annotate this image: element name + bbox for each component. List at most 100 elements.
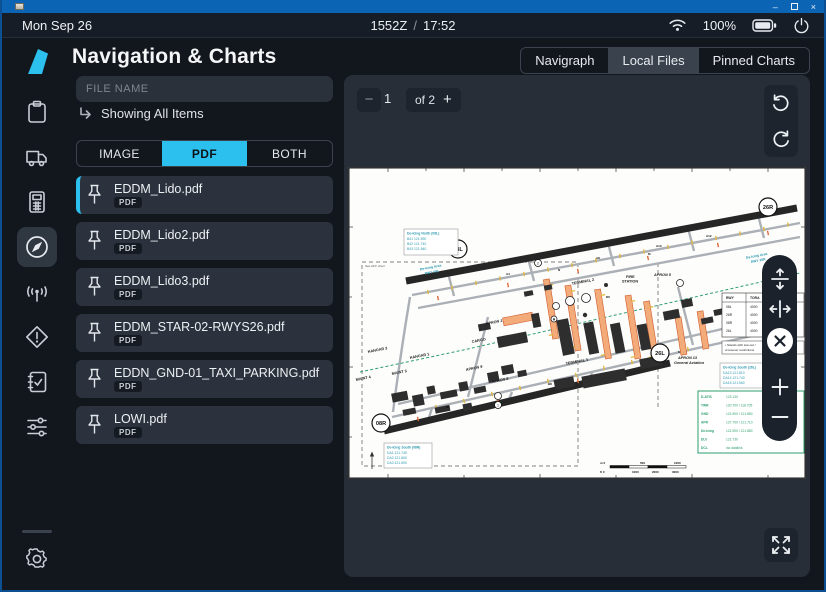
page-increment-button[interactable]: +: [443, 89, 452, 111]
file-list-item[interactable]: EDDN_GND-01_TAXI_PARKING.pdfPDF: [76, 360, 333, 398]
compass-icon: [24, 234, 50, 260]
sidebar-item-alerts[interactable]: [24, 324, 50, 350]
close-icon: [766, 327, 794, 355]
window-titlebar: – ×: [0, 0, 826, 13]
svg-text:500: 500: [640, 461, 645, 465]
branch-arrow-icon: [78, 106, 93, 121]
rotate-ccw-button[interactable]: [769, 91, 793, 115]
svg-text:B43 121.840: B43 121.840: [407, 247, 426, 251]
file-type-filter: IMAGE PDF BOTH: [76, 140, 333, 167]
file-type-badge: PDF: [114, 335, 142, 346]
tab-pinned-charts[interactable]: Pinned Charts: [699, 48, 809, 73]
tab-local-files[interactable]: Local Files: [608, 48, 698, 73]
file-list-item[interactable]: EDDM_Lido2.pdfPDF: [76, 222, 333, 260]
filter-pdf[interactable]: PDF: [162, 141, 247, 166]
svg-text:N: N: [558, 268, 560, 272]
pin-icon: [86, 230, 103, 253]
rwy-note-circle: 2: [537, 261, 539, 265]
fit-height-icon: [768, 267, 792, 291]
file-name: EDDM_Lido2.pdf: [114, 228, 209, 242]
svg-text:D-ATIS: D-ATIS: [701, 395, 713, 399]
window-maximize-button[interactable]: [791, 3, 798, 10]
fit-width-button[interactable]: [766, 295, 794, 323]
svg-text:B8: B8: [548, 382, 552, 386]
close-preview-button[interactable]: [764, 325, 796, 357]
svg-text:DA1 121.745: DA1 121.745: [387, 451, 407, 455]
rwy-26l-label: 26L: [655, 351, 665, 357]
zoom-in-button[interactable]: [766, 373, 794, 401]
svg-text:DCL: DCL: [701, 446, 708, 450]
svg-text:De-Icing North (08L): De-Icing North (08L): [407, 232, 439, 236]
file-name-search-input[interactable]: [76, 76, 333, 102]
svg-text:B41 121.590: B41 121.590: [407, 237, 426, 241]
window-close-button[interactable]: ×: [811, 1, 816, 13]
file-list-item[interactable]: EDDM_Lido3.pdfPDF: [76, 268, 333, 306]
svg-text:TWR: TWR: [701, 404, 709, 408]
window-minimize-button[interactable]: –: [773, 1, 778, 13]
fullscreen-expand-icon: [769, 533, 793, 557]
svg-text:120.700 / 118.705: 120.700 / 118.705: [726, 404, 753, 408]
zoom-out-button[interactable]: [766, 403, 794, 431]
pin-icon: [86, 414, 103, 437]
file-name: EDDM_STAR-02-RWYS26.pdf: [114, 320, 284, 334]
sidebar-item-radio[interactable]: [24, 279, 50, 305]
sidebar-item-settings-sliders[interactable]: [24, 414, 50, 440]
pdf-preview-panel: − 1 of 2 +: [344, 75, 810, 577]
sidebar-item-calculator[interactable]: [24, 189, 50, 215]
file-list-item[interactable]: LOWI.pdfPDF: [76, 406, 333, 444]
svg-text:DA14 121.740: DA14 121.740: [723, 376, 745, 380]
gear-icon: [24, 546, 50, 572]
truck-icon: [24, 144, 50, 170]
pin-icon: [86, 184, 103, 207]
sidebar-divider: [22, 530, 52, 533]
file-list-item[interactable]: EDDM_STAR-02-RWYS26.pdfPDF: [76, 314, 333, 352]
rwy-note-circle: 1: [497, 403, 499, 407]
sidebar-item-checklist[interactable]: [24, 369, 50, 395]
svg-text:De-Icing South (08R): De-Icing South (08R): [387, 446, 420, 450]
svg-text:ft 0: ft 0: [600, 470, 605, 474]
efb-app-window: – × Mon Sep 26 1552Z/17:52 100% Navigati…: [0, 0, 826, 592]
file-name: EDDM_Lido3.pdf: [114, 274, 209, 288]
checklist-icon: [24, 369, 50, 395]
svg-text:DA3 121.690: DA3 121.690: [387, 461, 407, 465]
app-icon: [15, 3, 24, 10]
airline-tailfin-logo: [26, 48, 50, 75]
sidebar-item-clipboard[interactable]: [24, 99, 50, 125]
chart-source-tabs: Navigraph Local Files Pinned Charts: [520, 47, 810, 74]
svg-text:DA15 121.560: DA15 121.560: [723, 381, 745, 385]
chart-preview[interactable]: H 08L 26R 08R 26L 2 1: [348, 167, 806, 479]
status-clock: 1552Z/17:52: [0, 18, 826, 33]
status-bar: Mon Sep 26 1552Z/17:52 100%: [0, 13, 826, 38]
sidebar-item-vehicle[interactable]: [24, 144, 50, 170]
file-name: LOWI.pdf: [114, 412, 167, 426]
rwy-08r-label: 08R: [376, 421, 386, 427]
fit-height-button[interactable]: [766, 265, 794, 293]
svg-text:1000: 1000: [674, 461, 681, 465]
svg-text:• Stands with tow-out /: • Stands with tow-out /: [725, 343, 756, 347]
svg-text:A8: A8: [596, 256, 600, 260]
fullscreen-button[interactable]: [764, 528, 798, 562]
deice-north-box: De-Icing North (08L) B41 121.590 B42 121…: [404, 229, 458, 255]
svg-text:FIRE: FIRE: [626, 275, 635, 279]
rotate-cw-button[interactable]: [769, 127, 793, 151]
rotate-ccw-icon: [770, 92, 792, 114]
filter-image[interactable]: IMAGE: [77, 141, 162, 166]
file-list-item[interactable]: EDDM_Lido.pdfPDF: [76, 176, 333, 214]
svg-text:B2: B2: [446, 405, 450, 409]
tab-navigraph[interactable]: Navigraph: [521, 48, 608, 73]
zoom-in-icon: [768, 375, 792, 399]
file-name: EDDM_Lido.pdf: [114, 182, 202, 196]
sidebar-item-settings[interactable]: [24, 546, 50, 572]
svg-text:crossover restrictions: crossover restrictions: [725, 348, 755, 352]
clipboard-icon: [24, 99, 50, 125]
page-title: Navigation & Charts: [72, 45, 277, 69]
showing-all-items-note: Showing All Items: [78, 106, 204, 121]
calculator-icon: [24, 189, 50, 215]
svg-text:2000: 2000: [652, 470, 659, 474]
page-decrement-button[interactable]: −: [357, 88, 381, 112]
sidebar-item-navigation-charts[interactable]: [24, 234, 50, 260]
svg-text:m 0: m 0: [600, 461, 606, 465]
showing-all-items-label: Showing All Items: [101, 106, 204, 121]
svg-text:via datalink: via datalink: [726, 446, 743, 450]
filter-both[interactable]: BOTH: [247, 141, 332, 166]
